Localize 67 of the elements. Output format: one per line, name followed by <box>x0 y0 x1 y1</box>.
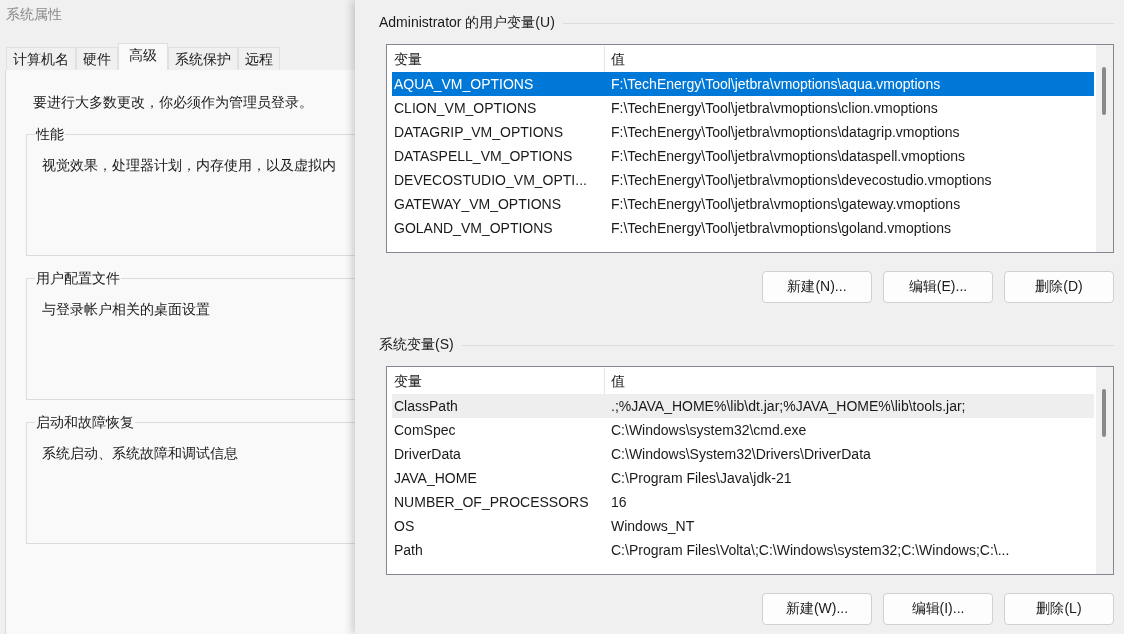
dialog-button[interactable]: 编辑(E)... <box>883 271 993 303</box>
variable-value: F:\TechEnergy\Tool\jetbra\vmoptions\datagrip.vmoptions <box>610 123 961 142</box>
scrollbar[interactable] <box>1096 45 1113 252</box>
tab[interactable]: 高级 <box>118 43 168 70</box>
group-description: 视觉效果，处理器计划，内存使用，以及虚拟内 <box>42 157 336 175</box>
list-row[interactable]: AQUA_VM_OPTIONS F:\TechEnergy\Tool\jetbra\vmoptions\aqua.vmoptions <box>392 72 1094 96</box>
list-row[interactable]: ComSpec C:\Windows\system32\cmd.exe <box>392 418 1094 442</box>
variable-value: F:\TechEnergy\Tool\jetbra\vmoptions\gateway.vmoptions <box>610 195 962 214</box>
variable-name: GATEWAY_VM_OPTIONS <box>393 195 562 214</box>
variable-value: C:\Program Files\Java\jdk-21 <box>610 469 793 488</box>
dialog-button[interactable]: 删除(D) <box>1004 271 1114 303</box>
variable-value: F:\TechEnergy\Tool\jetbra\vmoptions\dataspell.vmoptions <box>610 147 967 166</box>
variable-name: OS <box>393 517 416 536</box>
variable-value: C:\Windows\System32\Drivers\DriverData <box>610 445 872 464</box>
variable-name: DATASPELL_VM_OPTIONS <box>393 147 574 166</box>
group-description: 系统启动、系统故障和调试信息 <box>42 445 238 463</box>
variable-name: CLION_VM_OPTIONS <box>393 99 538 118</box>
window-title: 系统属性 <box>6 5 62 24</box>
list-row[interactable]: DriverData C:\Windows\System32\Drivers\DriverData <box>392 442 1094 466</box>
dialog-button[interactable]: 删除(L) <box>1004 593 1114 625</box>
variable-value: F:\TechEnergy\Tool\jetbra\vmoptions\clion.vmoptions <box>610 99 939 118</box>
variable-value: 16 <box>610 493 628 512</box>
list-row[interactable]: DATASPELL_VM_OPTIONS F:\TechEnergy\Tool\jetbra\vmoptions\dataspell.vmoptions <box>392 144 1094 168</box>
column-header[interactable]: 值 <box>605 46 1094 72</box>
group-title: 性能 <box>35 125 65 143</box>
list-row[interactable]: CLION_VM_OPTIONS F:\TechEnergy\Tool\jetbra\vmoptions\clion.vmoptions <box>392 96 1094 120</box>
dialog-button[interactable]: 编辑(I)... <box>883 593 993 625</box>
list-row[interactable]: GATEWAY_VM_OPTIONS F:\TechEnergy\Tool\jetbra\vmoptions\gateway.vmoptions <box>392 192 1094 216</box>
list-row[interactable]: Path C:\Program Files\Volta\;C:\Windows\system32;C:\Windows;C:\... <box>392 538 1094 562</box>
tab[interactable]: 系统保护 <box>168 47 238 70</box>
dialog-button[interactable]: 新建(N)... <box>762 271 872 303</box>
list-row[interactable]: DEVECOSTUDIO_VM_OPTI... F:\TechEnergy\Tool\jetbra\vmoptions\devecostudio.vmoptions <box>392 168 1094 192</box>
tab[interactable]: 硬件 <box>76 47 118 70</box>
variable-name: DEVECOSTUDIO_VM_OPTI... <box>393 171 588 190</box>
list-row[interactable]: ClassPath .;%JAVA_HOME%\lib\dt.jar;%JAVA_HOME%\lib\tools.jar; <box>392 394 1094 418</box>
variable-name: AQUA_VM_OPTIONS <box>393 75 535 94</box>
variable-name: DriverData <box>393 445 462 464</box>
variable-name: NUMBER_OF_PROCESSORS <box>393 493 590 512</box>
group-title: 启动和故障恢复 <box>35 413 135 431</box>
group-description: 与登录帐户相关的桌面设置 <box>42 301 210 319</box>
column-header[interactable]: 值 <box>605 368 1094 394</box>
variable-value: C:\Windows\system32\cmd.exe <box>610 421 808 440</box>
scrollbar[interactable] <box>1096 367 1113 574</box>
variable-value: C:\Program Files\Volta\;C:\Windows\system32;C:\Windows;C:\... <box>610 541 1011 560</box>
variable-value: F:\TechEnergy\Tool\jetbra\vmoptions\devecostudio.vmoptions <box>610 171 993 190</box>
variable-name: ClassPath <box>393 397 459 416</box>
section-title: 系统变量(S) <box>378 336 455 354</box>
list-row[interactable]: JAVA_HOME C:\Program Files\Java\jdk-21 <box>392 466 1094 490</box>
variable-name: ComSpec <box>393 421 457 440</box>
variable-value: Windows_NT <box>610 517 696 536</box>
variable-value: F:\TechEnergy\Tool\jetbra\vmoptions\aqua.vmoptions <box>610 75 942 94</box>
tab[interactable]: 远程 <box>238 47 280 70</box>
dialog-button[interactable]: 新建(W)... <box>762 593 872 625</box>
list-row[interactable]: NUMBER_OF_PROCESSORS 16 <box>392 490 1094 514</box>
section-title: Administrator 的用户变量(U) <box>378 14 556 32</box>
variable-name: Path <box>393 541 424 560</box>
variable-name: JAVA_HOME <box>393 469 478 488</box>
list-row[interactable]: OS Windows_NT <box>392 514 1094 538</box>
variable-name: DATAGRIP_VM_OPTIONS <box>393 123 565 142</box>
variable-value: .;%JAVA_HOME%\lib\dt.jar;%JAVA_HOME%\lib\tools.jar; <box>610 397 967 416</box>
tab[interactable]: 计算机名 <box>6 47 76 70</box>
list-row[interactable]: DATAGRIP_VM_OPTIONS F:\TechEnergy\Tool\jetbra\vmoptions\datagrip.vmoptions <box>392 120 1094 144</box>
list-row[interactable]: GOLAND_VM_OPTIONS F:\TechEnergy\Tool\jetbra\vmoptions\goland.vmoptions <box>392 216 1094 240</box>
variable-value: F:\TechEnergy\Tool\jetbra\vmoptions\goland.vmoptions <box>610 219 953 238</box>
variable-name: GOLAND_VM_OPTIONS <box>393 219 554 238</box>
notice-text: 要进行大多数更改，你必须作为管理员登录。 <box>32 94 313 112</box>
group-title: 用户配置文件 <box>35 269 121 287</box>
